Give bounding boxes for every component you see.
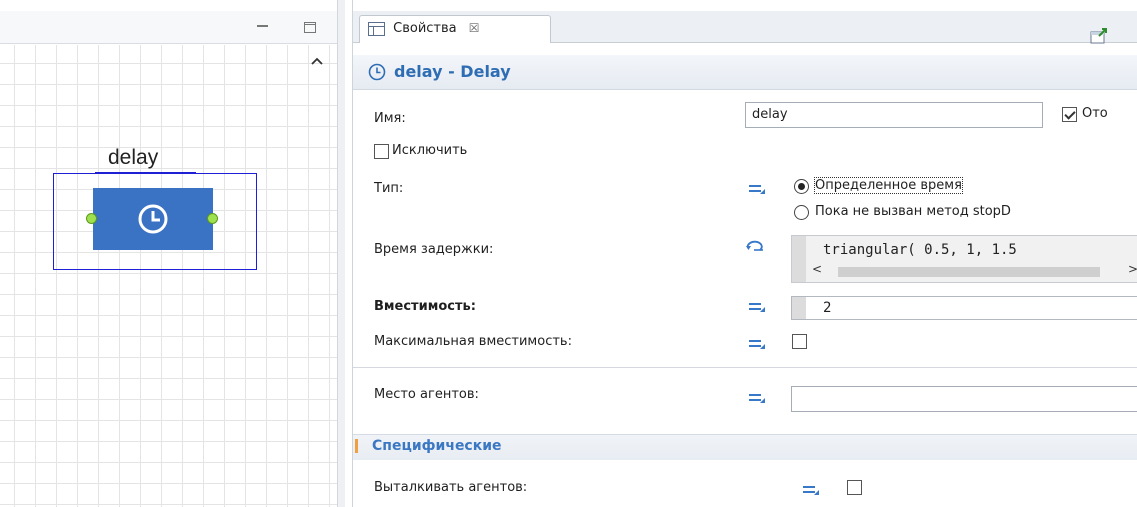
code-gutter — [792, 236, 806, 282]
horizontal-scrollbar[interactable]: < > — [806, 262, 1137, 278]
static-param-icon[interactable] — [749, 338, 767, 350]
push-agents-label: Выталкивать агентов: — [374, 480, 528, 495]
static-param-icon[interactable] — [749, 183, 767, 195]
clock-icon — [368, 63, 386, 81]
name-field[interactable]: delay — [745, 102, 1043, 128]
capacity-label: Вместимость: — [374, 299, 476, 314]
scrollbar-thumb[interactable] — [838, 267, 1100, 277]
graphical-editor-canvas[interactable] — [0, 45, 337, 507]
type-option-until-stop-label[interactable]: Пока не вызван метод stopD — [815, 204, 1011, 219]
section-specific-header[interactable]: Специфические — [353, 434, 1137, 460]
static-param-icon[interactable] — [749, 392, 767, 404]
delay-time-code-editor[interactable]: triangular( 0.5, 1, 1.5 < > — [791, 235, 1137, 283]
max-capacity-label: Максимальная вместимость: — [374, 334, 572, 349]
properties-panel: Свойства ☒ delay - Delay Имя: delay Ото … — [352, 0, 1137, 507]
type-label: Тип: — [374, 181, 404, 196]
scroll-right-icon[interactable]: > — [1128, 262, 1137, 276]
scroll-up-icon[interactable] — [310, 56, 324, 66]
type-radio-until-stop[interactable] — [794, 205, 809, 220]
scroll-left-icon[interactable]: < — [812, 262, 822, 276]
maximize-icon[interactable] — [304, 22, 316, 33]
section-marker — [355, 439, 358, 453]
exclude-checkbox[interactable] — [374, 144, 389, 159]
block-name-label[interactable]: delay — [108, 146, 158, 170]
delay-time-expression[interactable]: triangular( 0.5, 1, 1.5 — [823, 242, 1017, 258]
divider — [353, 367, 1137, 368]
open-view-icon[interactable] — [1090, 28, 1108, 44]
clock-icon — [138, 204, 168, 234]
delay-block[interactable] — [93, 188, 213, 250]
name-label: Имя: — [374, 111, 406, 126]
dynamic-param-icon[interactable] — [745, 239, 765, 253]
show-name-label: Ото — [1082, 106, 1108, 121]
canvas-toolbar — [0, 11, 337, 44]
max-capacity-checkbox[interactable] — [792, 334, 807, 349]
static-param-icon[interactable] — [749, 301, 767, 313]
tab-properties-label: Свойства — [393, 21, 457, 36]
static-param-icon[interactable] — [803, 484, 821, 496]
model-canvas-panel: delay — [0, 0, 345, 507]
properties-header: delay - Delay — [353, 55, 1137, 90]
properties-icon — [368, 22, 385, 36]
code-gutter — [792, 297, 806, 319]
minimize-icon[interactable] — [257, 20, 269, 32]
type-radio-fixed[interactable] — [794, 179, 809, 194]
type-option-fixed-label[interactable]: Определенное время — [814, 177, 963, 194]
tab-strip: Свойства ☒ — [353, 11, 1137, 44]
tab-properties[interactable]: Свойства ☒ — [359, 15, 551, 43]
agent-location-label: Место агентов: — [374, 387, 479, 402]
delay-time-label: Время задержки: — [374, 242, 494, 257]
section-specific-title: Специфические — [372, 438, 502, 454]
page-title: delay - Delay — [394, 62, 511, 81]
push-agents-checkbox[interactable] — [847, 480, 862, 495]
out-port[interactable] — [207, 213, 218, 224]
agent-location-field[interactable] — [791, 386, 1137, 412]
in-port[interactable] — [86, 213, 97, 224]
panel-splitter[interactable] — [337, 0, 345, 507]
close-icon[interactable]: ☒ — [469, 21, 480, 35]
show-name-checkbox[interactable] — [1062, 107, 1077, 122]
exclude-label: Исключить — [392, 143, 468, 158]
capacity-field[interactable]: 2 — [791, 296, 1137, 320]
capacity-value[interactable]: 2 — [823, 300, 831, 316]
